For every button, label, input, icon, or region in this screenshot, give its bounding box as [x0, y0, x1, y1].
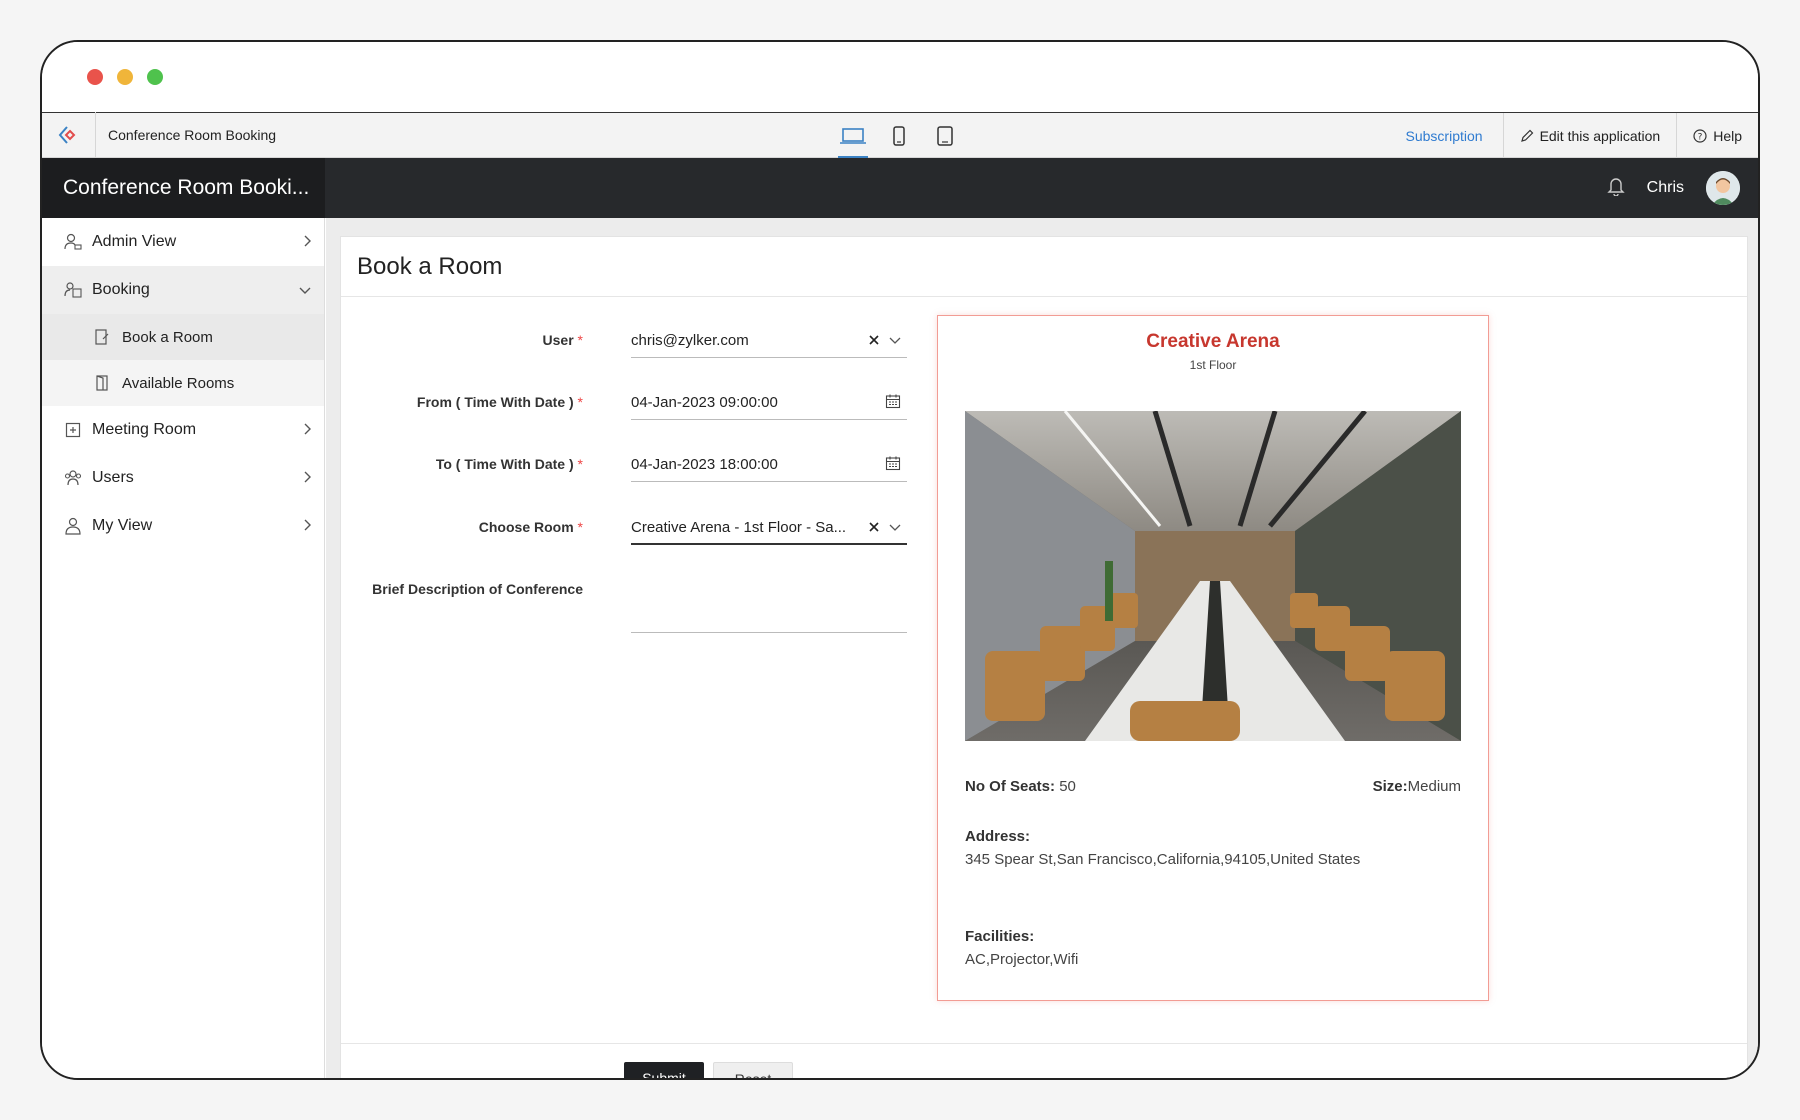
room-value: Creative Arena - 1st Floor - Sa...	[631, 518, 847, 536]
room-details-card: Creative Arena 1st Floor No Of Seats: 50…	[937, 315, 1489, 1001]
window-titlebar	[42, 42, 1758, 112]
user-select[interactable]: chris@zylker.com	[631, 324, 907, 358]
calendar-icon[interactable]	[885, 455, 901, 475]
address-value: 345 Spear St,San Francisco,California,94…	[965, 851, 1361, 868]
facilities-label: Facilities:	[965, 928, 1035, 945]
app-toolbar: Conference Room Booking Subscription Edi…	[42, 112, 1758, 159]
device-switcher	[838, 113, 960, 159]
sidebar: Admin View Booking Book a Room Available…	[42, 218, 325, 1078]
person-icon	[64, 517, 82, 535]
app-name: Conference Room Booking	[108, 127, 277, 143]
avatar[interactable]	[1706, 171, 1740, 205]
user-value: chris@zylker.com	[631, 332, 749, 349]
sidebar-item-available-rooms[interactable]: Available Rooms	[42, 360, 324, 406]
chevron-down-icon[interactable]	[889, 519, 901, 536]
size-info: Size:Medium	[1372, 778, 1461, 795]
main-content: Book a Room User * chris@zylker.com From…	[326, 218, 1758, 1078]
to-datetime-input[interactable]: 04-Jan-2023 18:00:00	[631, 448, 907, 482]
room-name: Creative Arena	[1146, 331, 1280, 352]
description-label: Brief Description of Conference	[372, 581, 583, 597]
user-row: User * chris@zylker.com	[341, 324, 907, 358]
phone-icon	[893, 126, 905, 146]
app-logo-icon[interactable]	[42, 112, 96, 158]
app-window: Conference Room Booking Subscription Edi…	[40, 40, 1760, 1080]
app-title: Conference Room Booki...	[42, 158, 325, 218]
room-photo	[965, 411, 1461, 741]
booking-icon	[64, 281, 82, 299]
sidebar-item-meeting-room[interactable]: Meeting Room	[42, 406, 324, 454]
add-square-icon	[64, 421, 82, 439]
chevron-down-icon[interactable]	[889, 332, 901, 349]
submit-button[interactable]: Submit	[624, 1062, 704, 1078]
mobile-view-button[interactable]	[930, 113, 960, 159]
from-value: 04-Jan-2023 09:00:00	[631, 394, 778, 411]
sidebar-item-admin-view[interactable]: Admin View	[42, 218, 324, 266]
help-icon: ?	[1693, 129, 1707, 143]
clear-icon[interactable]	[869, 332, 879, 349]
reset-button[interactable]: Reset	[713, 1062, 793, 1078]
help-label: Help	[1713, 128, 1742, 144]
book-room-icon	[94, 329, 110, 345]
sidebar-item-label: Admin View	[92, 233, 177, 250]
seats-size-row: No Of Seats: 50 Size:Medium	[965, 778, 1461, 795]
chevron-down-icon	[298, 282, 312, 300]
pencil-icon	[1520, 129, 1533, 142]
sidebar-item-label: Users	[92, 469, 134, 486]
appbar-actions: Subscription Edit this application ? Hel…	[1390, 113, 1758, 159]
facilities-value: AC,Projector,Wifi	[965, 951, 1079, 968]
header-user-area: Chris	[1606, 158, 1740, 218]
svg-text:?: ?	[1698, 133, 1703, 143]
tablet-view-button[interactable]	[884, 113, 914, 159]
help-button[interactable]: ? Help	[1676, 113, 1758, 159]
sidebar-item-booking[interactable]: Booking	[42, 266, 324, 314]
to-row: To ( Time With Date ) * 04-Jan-2023 18:0…	[341, 448, 907, 482]
user-label: User *	[542, 332, 583, 348]
laptop-icon	[840, 128, 866, 144]
sidebar-item-label: Booking	[92, 281, 150, 298]
address-info: Address: 345 Spear St,San Francisco,Cali…	[965, 828, 1461, 868]
chevron-right-icon	[302, 518, 312, 537]
room-label: Choose Room *	[478, 519, 583, 535]
clear-icon[interactable]	[869, 519, 879, 536]
from-datetime-input[interactable]: 04-Jan-2023 09:00:00	[631, 386, 907, 420]
tablet-icon	[937, 126, 953, 146]
bell-icon[interactable]	[1606, 176, 1625, 201]
calendar-icon[interactable]	[885, 393, 901, 413]
to-label: To ( Time With Date ) *	[435, 456, 583, 472]
room-floor: 1st Floor	[1189, 358, 1237, 372]
chevron-right-icon	[302, 470, 312, 489]
minimize-window-button[interactable]	[117, 69, 133, 85]
sidebar-item-label: Available Rooms	[122, 374, 235, 392]
users-group-icon	[64, 469, 82, 487]
subscription-link[interactable]: Subscription	[1390, 113, 1503, 159]
sidebar-item-label: My View	[92, 517, 153, 534]
booking-form-card: Book a Room User * chris@zylker.com From…	[340, 236, 1748, 1078]
description-textarea[interactable]	[631, 535, 907, 633]
edit-application-button[interactable]: Edit this application	[1502, 113, 1677, 159]
page-title: Book a Room	[341, 237, 1747, 297]
desktop-view-button[interactable]	[838, 113, 868, 159]
chevron-right-icon	[302, 234, 312, 253]
to-value: 04-Jan-2023 18:00:00	[631, 456, 778, 473]
maximize-window-button[interactable]	[147, 69, 163, 85]
chevron-right-icon	[302, 422, 312, 441]
sidebar-item-my-view[interactable]: My View	[42, 502, 324, 550]
admin-user-icon	[64, 233, 82, 251]
from-row: From ( Time With Date ) * 04-Jan-2023 09…	[341, 386, 907, 420]
sidebar-item-label: Meeting Room	[92, 421, 197, 438]
door-icon	[94, 375, 110, 391]
sidebar-item-book-a-room[interactable]: Book a Room	[42, 314, 324, 360]
close-window-button[interactable]	[87, 69, 103, 85]
from-label: From ( Time With Date ) *	[416, 394, 583, 410]
form-footer: Submit Reset	[341, 1043, 1747, 1078]
address-label: Address:	[965, 828, 1031, 845]
user-name[interactable]: Chris	[1647, 179, 1684, 197]
app-header: Conference Room Booki... Chris	[42, 158, 1758, 218]
facilities-info: Facilities: AC,Projector,Wifi	[965, 928, 1461, 968]
edit-application-label: Edit this application	[1539, 128, 1661, 144]
sidebar-item-users[interactable]: Users	[42, 454, 324, 502]
sidebar-item-label: Book a Room	[122, 328, 213, 346]
seats-info: No Of Seats: 50	[965, 778, 1076, 795]
